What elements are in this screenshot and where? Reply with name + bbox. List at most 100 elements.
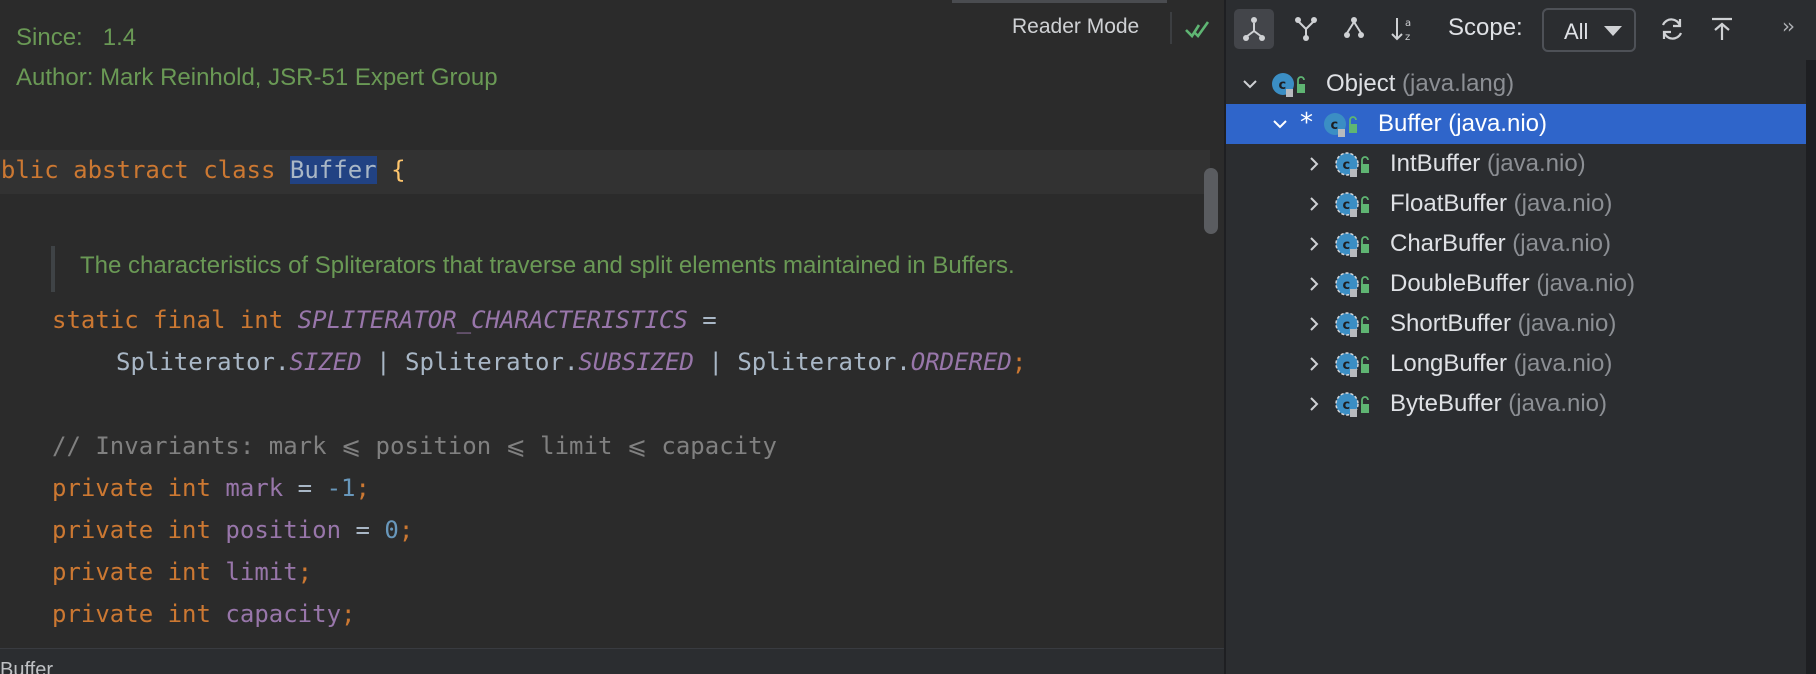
more-options-icon[interactable]: ›› bbox=[1782, 14, 1795, 38]
tree-row-label: Object (java.lang) bbox=[1326, 70, 1514, 98]
export-icon bbox=[1712, 17, 1732, 40]
class-hierarchy-button[interactable] bbox=[1334, 9, 1374, 49]
tree-row-object[interactable]: c Object (java.lang) bbox=[1226, 64, 1806, 104]
spliterator-ref: Spliterator. bbox=[737, 348, 911, 376]
package-name: (java.nio) bbox=[1506, 190, 1613, 217]
hierarchy-toolbar: a z Scope: All ›› bbox=[1226, 0, 1816, 60]
chevron-right-icon[interactable] bbox=[1306, 316, 1322, 332]
tree-row-doublebuffer[interactable]: c DoubleBuffer (java.nio) bbox=[1226, 264, 1806, 304]
tree-row-bytebuffer[interactable]: c ByteBuffer (java.nio) bbox=[1226, 384, 1806, 424]
class-name: IntBuffer bbox=[1390, 150, 1481, 177]
editor-tab-indicator bbox=[952, 0, 1167, 3]
scope-value: All bbox=[1564, 19, 1589, 44]
svg-text:z: z bbox=[1405, 32, 1410, 43]
tree-row-charbuffer[interactable]: c CharBuffer (java.nio) bbox=[1226, 224, 1806, 264]
class-name: Object bbox=[1326, 70, 1396, 97]
code-line-spliterator[interactable]: Spliterator.SIZED | Spliterator.SUBSIZED… bbox=[116, 348, 1026, 376]
operator-eq: = bbox=[355, 516, 370, 544]
chevron-right-icon[interactable] bbox=[1306, 156, 1322, 172]
kw-int: int bbox=[239, 306, 284, 334]
svg-text:a: a bbox=[1405, 18, 1411, 29]
tree-row-buffer[interactable]: * c Buffer (java.nio) bbox=[1226, 104, 1806, 144]
breadcrumb-class[interactable]: Buffer bbox=[0, 659, 53, 674]
chevron-right-icon[interactable] bbox=[1306, 236, 1322, 252]
kw-int: int bbox=[167, 516, 211, 544]
code-line-capacity[interactable]: private int capacity; bbox=[52, 600, 355, 628]
scope-label: Scope: bbox=[1448, 14, 1523, 41]
class-hierarchy-icon bbox=[1344, 17, 1364, 38]
svg-text:c: c bbox=[1343, 358, 1351, 373]
code-line-position[interactable]: private int position = 0; bbox=[52, 516, 413, 544]
chevron-down-icon bbox=[1604, 26, 1622, 36]
class-name[interactable]: Buffer bbox=[289, 156, 377, 184]
reader-mode-button[interactable]: Reader Mode bbox=[1012, 15, 1139, 39]
const-ordered: ORDERED bbox=[910, 348, 1012, 376]
tree-row-longbuffer[interactable]: c LongBuffer (java.nio) bbox=[1226, 344, 1806, 384]
class-name: FloatBuffer bbox=[1390, 190, 1507, 217]
scope-dropdown[interactable]: All bbox=[1542, 8, 1636, 52]
doc-since-value: 1.4 bbox=[102, 24, 137, 51]
number-literal: -1 bbox=[326, 474, 356, 502]
tree-row-label: IntBuffer (java.nio) bbox=[1390, 150, 1586, 178]
tree-row-floatbuffer[interactable]: c FloatBuffer (java.nio) bbox=[1226, 184, 1806, 224]
kw-static: static bbox=[52, 306, 139, 334]
semicolon: ; bbox=[297, 558, 313, 586]
kw-abstract: abstract bbox=[73, 156, 189, 184]
tree-row-label: DoubleBuffer (java.nio) bbox=[1390, 270, 1635, 298]
tree-row-label: Buffer (java.nio) bbox=[1378, 110, 1547, 138]
code-line-limit[interactable]: private int limit; bbox=[52, 558, 312, 586]
kw-private: private bbox=[52, 516, 154, 544]
abstract-class-icon: c bbox=[1335, 152, 1369, 177]
operator-eq: = bbox=[702, 306, 717, 334]
field-position: position bbox=[225, 516, 342, 544]
editor-scrollbar[interactable] bbox=[1204, 168, 1218, 234]
tree-row-shortbuffer[interactable]: c ShortBuffer (java.nio) bbox=[1226, 304, 1806, 344]
kw-public: public bbox=[0, 156, 59, 184]
field-mark: mark bbox=[225, 474, 284, 502]
chevron-right-icon[interactable] bbox=[1306, 196, 1322, 212]
field-capacity: capacity bbox=[225, 600, 342, 628]
class-name: ShortBuffer bbox=[1390, 310, 1511, 337]
tree-row-label: ByteBuffer (java.nio) bbox=[1390, 390, 1607, 418]
svg-text:c: c bbox=[1343, 198, 1351, 213]
toolbar-separator bbox=[1170, 12, 1172, 44]
chevron-down-icon[interactable] bbox=[1272, 116, 1288, 132]
package-name: (java.lang) bbox=[1395, 70, 1515, 97]
supertypes-button[interactable] bbox=[1234, 9, 1274, 49]
supertypes-icon bbox=[1243, 17, 1265, 41]
code-comment-invariants[interactable]: // Invariants: mark ⩽ position ⩽ limit ⩽… bbox=[52, 432, 777, 460]
class-name: DoubleBuffer bbox=[1390, 270, 1530, 297]
package-name: (java.nio) bbox=[1480, 150, 1586, 177]
chevron-down-icon[interactable] bbox=[1242, 76, 1258, 92]
tree-row-label: ShortBuffer (java.nio) bbox=[1390, 310, 1616, 338]
inspection-ok-icon[interactable] bbox=[1183, 15, 1211, 43]
kw-int: int bbox=[167, 600, 211, 628]
semicolon: ; bbox=[341, 600, 356, 628]
export-button[interactable] bbox=[1702, 9, 1742, 49]
chevron-right-icon[interactable] bbox=[1306, 276, 1322, 292]
svg-text:c: c bbox=[1343, 238, 1351, 253]
class-icon: c bbox=[1272, 73, 1305, 97]
tree-row-intbuffer[interactable]: c IntBuffer (java.nio) bbox=[1226, 144, 1806, 184]
sort-alpha-button[interactable]: a z bbox=[1384, 9, 1424, 49]
kw-int: int bbox=[167, 558, 211, 586]
code-editor[interactable]: Reader Mode Since: 1.4 Author: Mark Rein… bbox=[0, 0, 1224, 674]
code-line-static-final[interactable]: static final int SPLITERATOR_CHARACTERIS… bbox=[52, 306, 717, 334]
subtypes-button[interactable] bbox=[1286, 9, 1326, 49]
class-name: Buffer bbox=[1378, 110, 1442, 137]
operator-pipe: | bbox=[376, 348, 391, 376]
package-name: (java.nio) bbox=[1505, 230, 1611, 257]
doc-comment-bar bbox=[51, 246, 55, 292]
abstract-class-icon: c bbox=[1335, 192, 1369, 217]
chevron-right-icon[interactable] bbox=[1306, 396, 1322, 412]
abstract-class-icon: c bbox=[1335, 312, 1369, 337]
tree-row-label: FloatBuffer (java.nio) bbox=[1390, 190, 1612, 218]
class-declaration-line[interactable]: public abstract class Buffer { bbox=[0, 156, 406, 184]
code-line-mark[interactable]: private int mark = -1; bbox=[52, 474, 370, 502]
chevron-right-icon[interactable] bbox=[1306, 356, 1322, 372]
subtypes-icon bbox=[1295, 17, 1317, 41]
operator-pipe: | bbox=[708, 348, 723, 376]
field-limit: limit bbox=[225, 558, 298, 586]
refresh-button[interactable] bbox=[1652, 9, 1692, 49]
abstract-class-icon: c bbox=[1335, 352, 1369, 377]
